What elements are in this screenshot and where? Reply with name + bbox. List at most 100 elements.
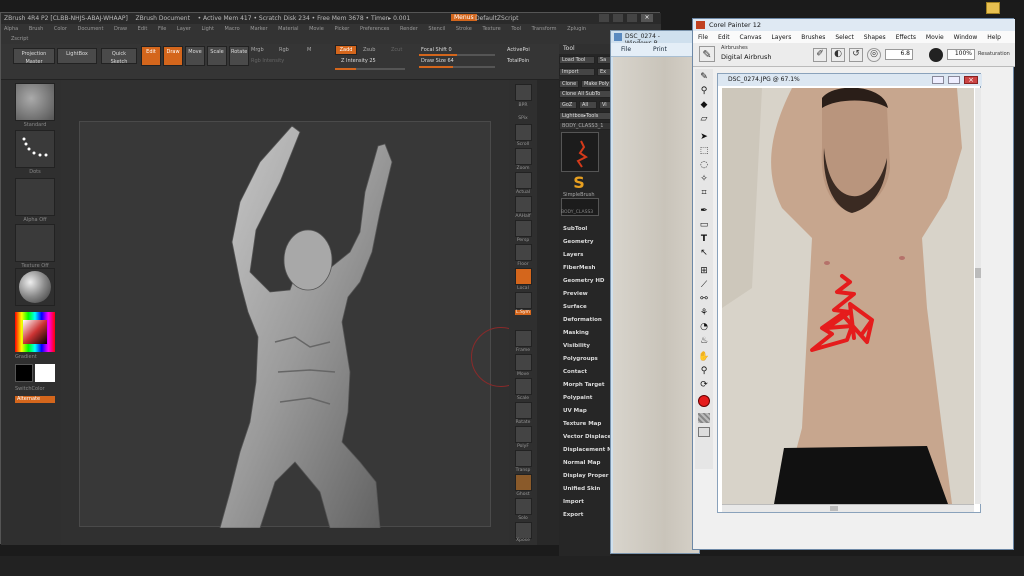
paper-icon[interactable] xyxy=(698,413,710,423)
scroll-icon[interactable] xyxy=(515,124,532,141)
scale-button[interactable]: Scale xyxy=(207,46,227,66)
divine-proportion-icon[interactable]: ⊞ xyxy=(697,265,711,278)
deformation-menu[interactable]: Deformation xyxy=(563,317,602,323)
polygroups-menu[interactable]: Polygroups xyxy=(563,356,598,362)
geometry-hd-menu[interactable]: Geometry HD xyxy=(563,278,605,284)
move-icon[interactable] xyxy=(515,354,532,371)
default-zscript[interactable]: DefaultZScript xyxy=(475,15,518,22)
eraser-icon[interactable]: ▱ xyxy=(697,113,711,126)
horizontal-scrollbar[interactable] xyxy=(722,504,974,512)
draw-size-slider[interactable]: Draw Size 64 xyxy=(421,58,454,64)
reset-icon[interactable]: ↺ xyxy=(849,48,863,62)
menu-material[interactable]: Material xyxy=(278,26,298,32)
display-properties-menu[interactable]: Display Proper xyxy=(563,473,609,479)
draw-button[interactable]: Draw xyxy=(163,46,183,66)
maximize-icon[interactable] xyxy=(627,14,637,22)
simple-brush-icon[interactable]: S xyxy=(567,174,591,192)
edit-button[interactable]: Edit xyxy=(141,46,161,66)
menu-layer[interactable]: Layer xyxy=(177,26,191,32)
zadd-button[interactable]: Zadd xyxy=(335,45,357,55)
menu-draw[interactable]: Draw xyxy=(114,26,127,32)
menu-movie[interactable]: Movie xyxy=(309,26,324,32)
grabber-icon[interactable]: ✋ xyxy=(697,351,711,364)
doc-maximize-icon[interactable] xyxy=(948,76,960,84)
painter-menu-file[interactable]: File xyxy=(698,34,708,41)
menu-tool[interactable]: Tool xyxy=(511,26,521,32)
ghost-icon[interactable] xyxy=(515,474,532,491)
pen-icon[interactable]: ✒ xyxy=(697,205,711,218)
local-icon[interactable] xyxy=(515,268,532,285)
rotate-icon[interactable] xyxy=(515,402,532,419)
menu-brush[interactable]: Brush xyxy=(29,26,43,32)
preview-menu[interactable]: Preview xyxy=(563,291,588,297)
sculpt-canvas[interactable] xyxy=(79,121,491,529)
painter-canvas[interactable] xyxy=(722,88,974,504)
menu-preferences[interactable]: Preferences xyxy=(360,26,389,32)
contact-menu[interactable]: Contact xyxy=(563,369,587,375)
menu-render[interactable]: Render xyxy=(400,26,418,32)
focal-shift-slider[interactable]: Focal Shift 0 xyxy=(421,47,452,53)
minimize-icon[interactable] xyxy=(613,14,623,22)
rubber-stamp-icon[interactable]: ⚘ xyxy=(697,307,711,320)
lsym-icon[interactable] xyxy=(515,292,532,309)
frame-icon[interactable] xyxy=(515,330,532,347)
burn-icon[interactable]: ♨ xyxy=(697,335,711,348)
shape-icon[interactable]: ▭ xyxy=(697,219,711,232)
photo-viewer-print-menu[interactable]: Print xyxy=(653,46,667,53)
alternate-button[interactable]: Alternate xyxy=(15,396,55,403)
rgb-button[interactable]: Rgb xyxy=(279,47,289,53)
perspective-icon[interactable]: ⟋ xyxy=(697,279,711,292)
clone-all-subtools-button[interactable]: Clone All SubTo xyxy=(559,90,611,98)
photo-viewer-file-menu[interactable]: File xyxy=(621,46,631,53)
move-button[interactable]: Move xyxy=(185,46,205,66)
zsub-button[interactable]: Zsub xyxy=(363,47,375,53)
brush-tool-icon[interactable]: ✐ xyxy=(813,48,827,62)
rectangle-select-icon[interactable]: ⬚ xyxy=(697,145,711,158)
menu-stencil[interactable]: Stencil xyxy=(428,26,445,32)
zcut-button[interactable]: Zcut xyxy=(391,47,402,53)
doc-close-icon[interactable]: × xyxy=(964,76,978,84)
photo-viewer-image[interactable] xyxy=(613,57,699,553)
clone-icon[interactable]: ⚯ xyxy=(697,293,711,306)
brush-variant[interactable]: Digital Airbrush xyxy=(721,53,772,61)
vertical-scrollbar[interactable] xyxy=(975,88,981,504)
help-icon[interactable] xyxy=(599,14,609,22)
paint-bucket-icon[interactable]: ◆ xyxy=(697,99,711,112)
color-swatch-icon[interactable] xyxy=(698,395,710,407)
painter-menu-canvas[interactable]: Canvas xyxy=(740,34,762,41)
magnifier-icon[interactable]: ⚲ xyxy=(697,365,711,378)
morph-target-menu[interactable]: Morph Target xyxy=(563,382,605,388)
import-tool-button[interactable]: Import xyxy=(559,68,595,76)
text-icon[interactable]: T xyxy=(697,233,711,246)
painter-menu-edit[interactable]: Edit xyxy=(718,34,730,41)
save-tool-button[interactable]: Sa xyxy=(597,56,611,64)
projection-master-button[interactable]: Projection Master xyxy=(13,48,55,65)
subtool-menu[interactable]: SubTool xyxy=(563,226,587,232)
menu-transform[interactable]: Transform xyxy=(532,26,557,32)
painter-menu-layers[interactable]: Layers xyxy=(771,34,791,41)
painter-menu-select[interactable]: Select xyxy=(835,34,854,41)
rotate-page-icon[interactable]: ⟳ xyxy=(697,379,711,392)
normal-map-menu[interactable]: Normal Map xyxy=(563,460,600,466)
zoom-icon[interactable] xyxy=(515,148,532,165)
painter-menu-help[interactable]: Help xyxy=(987,34,1001,41)
secondary-color-swatch[interactable] xyxy=(15,364,33,382)
brush-size-field[interactable]: 6.8 xyxy=(885,49,913,60)
magic-wand-icon[interactable]: ✧ xyxy=(697,173,711,186)
alpha-thumbnail[interactable] xyxy=(15,178,55,216)
uv-map-menu[interactable]: UV Map xyxy=(563,408,587,414)
media-icon[interactable] xyxy=(698,427,710,437)
dodge-icon[interactable]: ◔ xyxy=(697,321,711,334)
surface-menu[interactable]: Surface xyxy=(563,304,587,310)
doc-minimize-icon[interactable] xyxy=(932,76,944,84)
scale-icon[interactable] xyxy=(515,378,532,395)
texture-thumbnail[interactable] xyxy=(15,224,55,262)
menu-stroke[interactable]: Stroke xyxy=(456,26,472,32)
color-picker[interactable] xyxy=(15,312,55,352)
current-tool-thumbnail[interactable] xyxy=(561,132,599,172)
import-menu[interactable]: Import xyxy=(563,499,584,505)
persp-icon[interactable] xyxy=(515,220,532,237)
menus-toggle[interactable]: Menus xyxy=(451,14,477,21)
menu-zplugin[interactable]: Zplugin xyxy=(567,26,586,32)
tool-palette-header[interactable]: Tool xyxy=(559,44,611,54)
